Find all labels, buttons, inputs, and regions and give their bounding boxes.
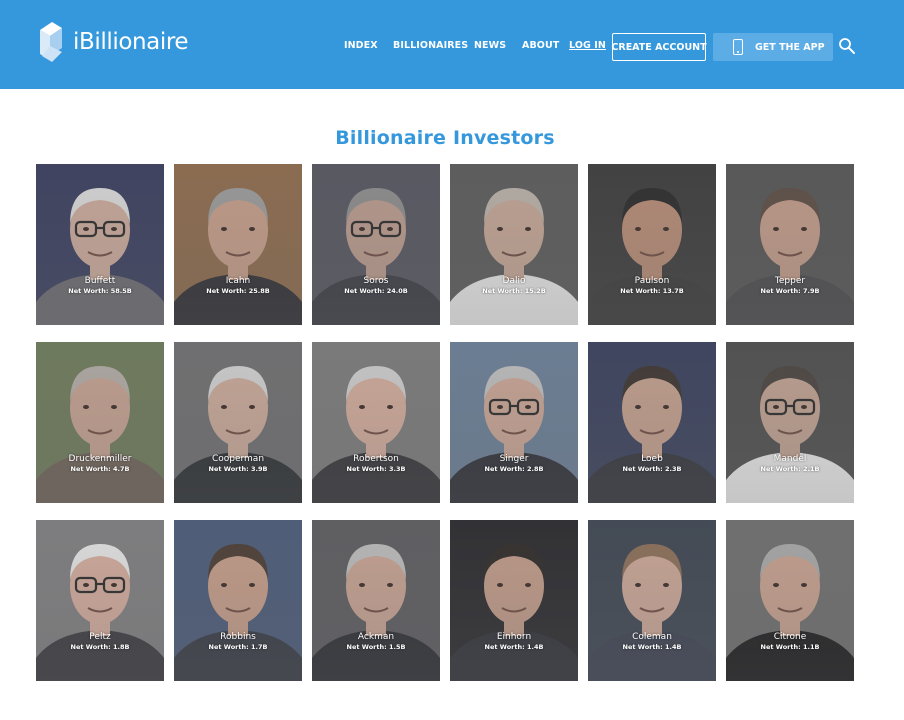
card-overlay: [174, 164, 302, 325]
investor-card[interactable]: Mandel Net Worth: 2.1B: [726, 342, 854, 503]
investor-net-worth: Net Worth: 4.7B: [70, 465, 130, 473]
investor-name: Loeb: [641, 454, 663, 464]
investor-net-worth: Net Worth: 25.8B: [206, 287, 270, 295]
investor-card[interactable]: Robbins Net Worth: 1.7B: [174, 520, 302, 681]
investor-name: Mandel: [773, 454, 807, 464]
investor-card[interactable]: Paulson Net Worth: 13.7B: [588, 164, 716, 325]
investor-card[interactable]: Soros Net Worth: 24.0B: [312, 164, 440, 325]
investor-name: Soros: [363, 276, 389, 286]
investor-name: Peltz: [89, 632, 111, 642]
card-overlay: [312, 164, 440, 325]
investor-card[interactable]: Icahn Net Worth: 25.8B: [174, 164, 302, 325]
investor-card[interactable]: Robertson Net Worth: 3.3B: [312, 342, 440, 503]
card-overlay: [726, 342, 854, 503]
investor-name: Druckenmiller: [68, 454, 132, 464]
card-overlay: [450, 520, 578, 681]
investor-grid: Buffett Net Worth: 58.5B Icahn Net Worth…: [0, 0, 904, 720]
card-overlay: [36, 342, 164, 503]
investor-card[interactable]: Ackman Net Worth: 1.5B: [312, 520, 440, 681]
investor-card[interactable]: Singer Net Worth: 2.8B: [450, 342, 578, 503]
card-overlay: [312, 520, 440, 681]
card-overlay: [174, 342, 302, 503]
card-overlay: [726, 164, 854, 325]
investor-net-worth: Net Worth: 3.9B: [208, 465, 268, 473]
card-overlay: [588, 520, 716, 681]
investor-net-worth: Net Worth: 7.9B: [760, 287, 820, 295]
investor-net-worth: Net Worth: 15.2B: [482, 287, 546, 295]
card-overlay: [588, 342, 716, 503]
investor-net-worth: Net Worth: 58.5B: [68, 287, 132, 295]
investor-name: Cooperman: [211, 454, 265, 464]
investor-name: Einhorn: [496, 632, 532, 642]
card-overlay: [36, 520, 164, 681]
investor-card[interactable]: Peltz Net Worth: 1.8B: [36, 520, 164, 681]
investor-name: Ackman: [357, 632, 395, 642]
investor-net-worth: Net Worth: 2.8B: [484, 465, 544, 473]
investor-card[interactable]: Buffett Net Worth: 58.5B: [36, 164, 164, 325]
investor-name: Buffett: [84, 276, 116, 286]
investor-net-worth: Net Worth: 1.1B: [760, 643, 820, 651]
card-overlay: [36, 164, 164, 325]
investor-card[interactable]: Loeb Net Worth: 2.3B: [588, 342, 716, 503]
investor-card[interactable]: Dalio Net Worth: 15.2B: [450, 164, 578, 325]
investor-name: Singer: [499, 454, 529, 464]
investor-net-worth: Net Worth: 1.7B: [208, 643, 268, 651]
investor-card[interactable]: Einhorn Net Worth: 1.4B: [450, 520, 578, 681]
investor-name: Citrone: [773, 632, 807, 642]
card-overlay: [588, 164, 716, 325]
investor-net-worth: Net Worth: 2.1B: [760, 465, 820, 473]
investor-card[interactable]: Druckenmiller Net Worth: 4.7B: [36, 342, 164, 503]
investor-name: Paulson: [634, 276, 670, 286]
card-overlay: [174, 520, 302, 681]
investor-name: Robertson: [353, 454, 399, 464]
investor-name: Dalio: [502, 276, 526, 286]
card-overlay: [726, 520, 854, 681]
investor-card[interactable]: Cooperman Net Worth: 3.9B: [174, 342, 302, 503]
investor-net-worth: Net Worth: 24.0B: [344, 287, 408, 295]
investor-card[interactable]: Tepper Net Worth: 7.9B: [726, 164, 854, 325]
investor-card[interactable]: Citrone Net Worth: 1.1B: [726, 520, 854, 681]
investor-net-worth: Net Worth: 2.3B: [622, 465, 682, 473]
investor-net-worth: Net Worth: 1.8B: [70, 643, 130, 651]
card-overlay: [312, 342, 440, 503]
investor-name: Icahn: [225, 276, 251, 286]
card-overlay: [450, 342, 578, 503]
investor-name: Tepper: [774, 276, 806, 286]
investor-name: Robbins: [220, 632, 256, 642]
investor-net-worth: Net Worth: 1.5B: [346, 643, 406, 651]
investor-net-worth: Net Worth: 13.7B: [620, 287, 684, 295]
investor-card[interactable]: Coleman Net Worth: 1.4B: [588, 520, 716, 681]
investor-net-worth: Net Worth: 3.3B: [346, 465, 406, 473]
investor-net-worth: Net Worth: 1.4B: [622, 643, 682, 651]
card-overlay: [450, 164, 578, 325]
investor-net-worth: Net Worth: 1.4B: [484, 643, 544, 651]
investor-name: Coleman: [632, 632, 672, 642]
